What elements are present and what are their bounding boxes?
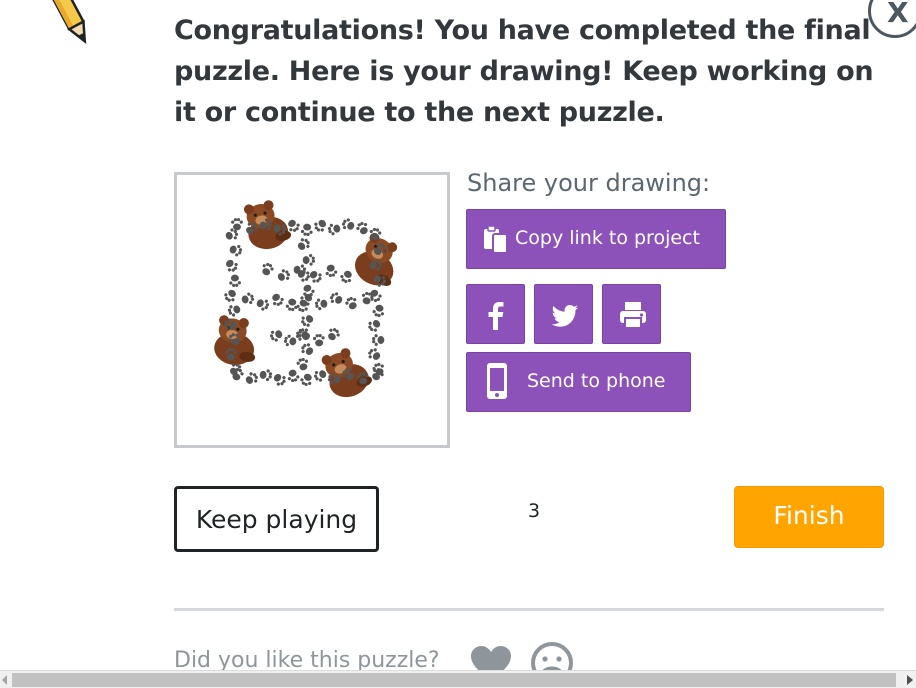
paw-print [368,348,381,360]
paw-print [300,223,313,237]
paw-print [314,219,327,232]
paw-print [241,292,255,305]
paw-print [273,373,286,386]
scroll-left-arrow-icon[interactable] [2,675,7,685]
paw-print [296,357,309,371]
print-button[interactable] [602,284,661,344]
twitter-share-button[interactable] [534,284,593,344]
paw-print [256,299,270,311]
paw-print [341,218,355,230]
paw-print [226,259,238,272]
paw-print [345,296,357,310]
puzzle-complete-dialog: X Congratulations! You have completed th… [0,0,916,688]
paw-print [297,238,310,250]
paw-print [272,293,284,307]
paw-print [262,262,274,276]
paw-print [327,223,341,236]
paw-print [277,269,290,281]
divider [174,608,884,611]
paw-print [285,298,298,312]
paw-print [372,334,385,346]
pencil-icon [46,0,87,45]
paw-print [300,373,312,387]
scrollbar-thumb[interactable] [12,673,896,687]
bear-figure [321,348,372,398]
drawing-canvas [214,200,398,398]
paw-print [312,333,325,347]
paw-print [301,315,314,327]
paw-print [303,284,315,298]
finish-label: Finish [773,501,845,530]
clipboard-icon [484,226,508,254]
print-icon [620,302,646,329]
paw-print [224,289,236,302]
paw-print [301,343,314,355]
paw-print [302,253,316,266]
paw-print [325,264,338,278]
paw-print [245,372,258,384]
copy-link-label: Copy link to project [515,227,700,249]
paw-print [314,298,328,311]
paw-print [269,330,283,342]
paw-print [287,369,300,383]
twitter-icon [551,305,578,327]
scroll-right-arrow-icon[interactable] [907,675,913,685]
horizontal-scrollbar[interactable] [0,670,916,688]
paw-print [329,292,343,304]
paw-print [229,274,241,287]
bear-figure [354,232,398,286]
keep-playing-label: Keep playing [195,505,358,534]
paw-print [259,369,273,382]
copy-link-button[interactable]: Copy link to project [466,209,726,269]
paw-print [368,320,381,332]
facebook-icon [488,302,504,330]
paw-print [356,221,368,235]
send-to-phone-button[interactable]: Send to phone [466,352,691,412]
counter-text: 3 [528,500,541,522]
paw-print [340,270,352,284]
paw-print [229,244,243,257]
keep-playing-button[interactable]: Keep playing [174,486,379,552]
drawing-preview [174,172,450,448]
completion-message: Congratulations! You have completed the … [174,15,874,128]
facebook-share-button[interactable] [466,284,525,344]
paw-print [283,334,297,347]
paw-print [227,305,241,317]
paw-print [328,328,340,341]
paw-print [372,304,385,318]
finish-button[interactable]: Finish [734,486,884,548]
phone-icon [487,363,507,399]
share-title: Share your drawing: [467,169,711,197]
send-to-phone-label: Send to phone [527,370,666,392]
paw-print [231,218,243,231]
